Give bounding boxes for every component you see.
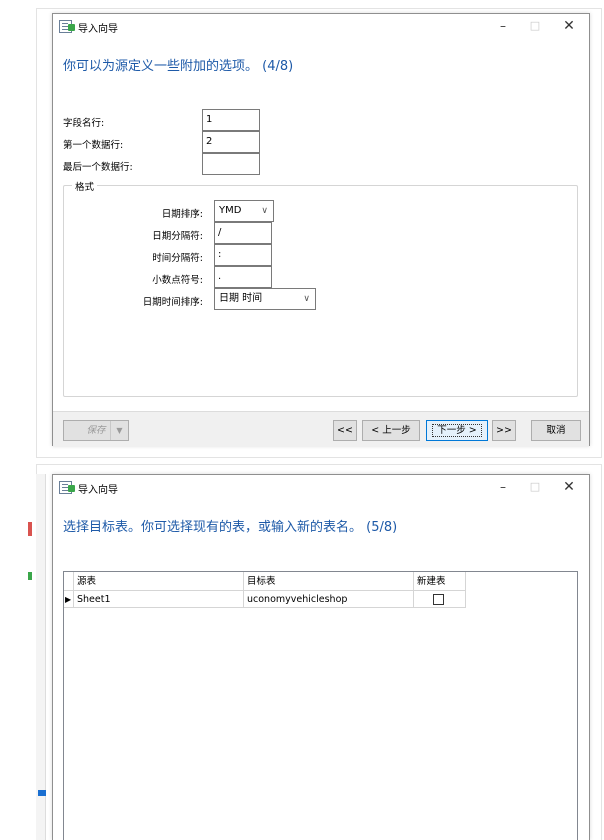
previous-button[interactable]: < 上一步	[362, 420, 420, 441]
format-group-legend: 格式	[72, 179, 98, 193]
background-red-mark	[28, 522, 32, 536]
background-window-edge	[28, 474, 46, 840]
dropdown-arrow-icon[interactable]: ▼	[110, 421, 128, 440]
next-button-label: 下一步 >	[432, 424, 482, 437]
date-order-label: 日期排序:	[161, 209, 203, 220]
date-delimiter-label: 日期分隔符:	[152, 231, 203, 242]
date-delimiter-input[interactable]: /	[214, 222, 272, 244]
chevron-down-icon: ∨	[303, 294, 310, 304]
table-row-source-cell[interactable]: Sheet1	[74, 591, 244, 608]
field-name-row-input[interactable]: 1	[202, 109, 260, 131]
new-table-checkbox[interactable]	[433, 594, 444, 605]
background-green-mark	[28, 572, 32, 580]
decimal-symbol-label: 小数点符号:	[152, 275, 203, 286]
datetime-order-select[interactable]: 日期 时间 ∨	[214, 288, 316, 310]
title-bar[interactable]: 导入向导 – □ ✕	[53, 14, 589, 40]
import-wizard-icon	[59, 481, 75, 494]
background-blue-mark	[38, 790, 46, 796]
table-row-new-table-cell[interactable]	[414, 591, 466, 608]
table-row-target-cell[interactable]: uconomyvehicleshop	[244, 591, 414, 608]
datetime-order-label: 日期时间排序:	[142, 297, 203, 308]
window-title: 导入向导	[78, 24, 118, 35]
first-data-row-label: 第一个数据行:	[63, 140, 124, 151]
last-data-row-label: 最后一个数据行:	[63, 162, 133, 173]
first-data-row-input[interactable]: 2	[202, 131, 260, 153]
last-step-button[interactable]: >>	[492, 420, 516, 441]
decimal-symbol-input[interactable]: .	[214, 266, 272, 288]
time-delimiter-input[interactable]: :	[214, 244, 272, 266]
maximize-button[interactable]: □	[521, 478, 549, 496]
field-name-row-label: 字段名行:	[63, 118, 105, 129]
minimize-button[interactable]: –	[489, 478, 517, 496]
date-order-select[interactable]: YMD ∨	[214, 200, 274, 222]
chevron-down-icon: ∨	[261, 206, 268, 216]
close-button[interactable]: ✕	[555, 478, 583, 496]
save-button[interactable]: 保存 ▼	[63, 420, 129, 441]
column-header-source[interactable]: 源表	[74, 572, 244, 591]
minimize-button[interactable]: –	[489, 17, 517, 35]
format-groupbox: 格式 日期排序: YMD ∨ 日期分隔符: / 时间分隔符: : 小数点符号: …	[63, 179, 578, 397]
next-button[interactable]: 下一步 >	[426, 420, 488, 441]
datetime-order-value: 日期 时间	[219, 293, 263, 304]
cancel-button[interactable]: 取消	[531, 420, 581, 441]
column-header-new-table[interactable]: 新建表	[414, 572, 466, 591]
import-wizard-step5-window: 导入向导 – □ ✕ 选择目标表。你可选择现有的表，或输入新的表名。 (5/8)…	[52, 474, 590, 840]
time-delimiter-label: 时间分隔符:	[152, 253, 203, 264]
last-data-row-input[interactable]	[202, 153, 260, 175]
maximize-button[interactable]: □	[521, 17, 549, 35]
first-step-button[interactable]: <<	[333, 420, 357, 441]
close-button[interactable]: ✕	[555, 17, 583, 35]
step-heading: 选择目标表。你可选择现有的表，或输入新的表名。 (5/8)	[63, 520, 398, 535]
row-header-corner	[64, 572, 74, 591]
column-header-target[interactable]: 目标表	[244, 572, 414, 591]
row-indicator-icon: ▶	[64, 591, 74, 608]
save-button-label: 保存	[86, 425, 106, 436]
wizard-footer: 保存 ▼ << < 上一步 下一步 > >> 取消	[53, 411, 589, 447]
title-bar[interactable]: 导入向导 – □ ✕	[53, 475, 589, 501]
import-wizard-icon	[59, 20, 75, 33]
step-heading: 你可以为源定义一些附加的选项。 (4/8)	[63, 59, 294, 74]
import-wizard-step4-window: 导入向导 – □ ✕ 你可以为源定义一些附加的选项。 (4/8) 字段名行: 1…	[52, 13, 590, 447]
date-order-value: YMD	[219, 205, 242, 216]
window-title: 导入向导	[78, 485, 118, 496]
table-mapping-grid[interactable]: 源表 目标表 新建表 ▶ Sheet1 uconomyvehicleshop	[63, 571, 578, 840]
